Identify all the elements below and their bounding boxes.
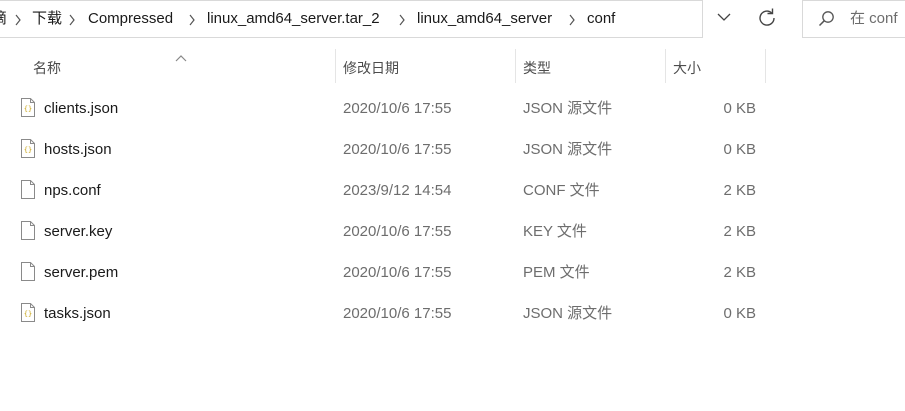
file-date: 2020/10/6 17:55 — [343, 223, 452, 240]
column-header-date[interactable]: 修改日期 — [343, 57, 399, 79]
file-type: JSON 源文件 — [523, 100, 613, 117]
breadcrumb-item-root[interactable]: 滴 — [0, 1, 7, 39]
file-name: nps.conf — [44, 182, 101, 199]
file-date: 2020/10/6 17:55 — [343, 264, 452, 281]
breadcrumb-separator-icon[interactable] — [566, 1, 578, 39]
file-type: CONF 文件 — [523, 182, 600, 199]
breadcrumb-item-server[interactable]: linux_amd64_server — [417, 1, 552, 39]
breadcrumb-separator-icon[interactable] — [186, 1, 198, 39]
file-size: 2 KB — [723, 182, 756, 199]
file-icon — [21, 221, 35, 244]
history-dropdown-chevron-icon[interactable] — [712, 7, 736, 29]
svg-text:{}: {} — [24, 105, 32, 113]
file-name: clients.json — [44, 100, 119, 117]
svg-text:{}: {} — [24, 310, 32, 318]
file-row-server-key[interactable]: server.key 2020/10/6 17:55 KEY 文件 2 KB — [0, 211, 905, 252]
file-icon — [21, 180, 35, 203]
file-type: KEY 文件 — [523, 223, 587, 240]
file-size: 2 KB — [723, 264, 756, 281]
file-type: JSON 源文件 — [523, 141, 613, 158]
file-row-server-pem[interactable]: server.pem 2020/10/6 17:55 PEM 文件 2 KB — [0, 252, 905, 293]
breadcrumb-separator-icon[interactable] — [66, 1, 78, 39]
file-date: 2020/10/6 17:55 — [343, 305, 452, 322]
json-file-icon: {} — [21, 303, 35, 326]
address-bar[interactable]: 滴 下载 Compressed linux_amd64_server.tar_2… — [0, 0, 703, 38]
file-date: 2020/10/6 17:55 — [343, 141, 452, 158]
file-row-tasks-json[interactable]: {} tasks.json 2020/10/6 17:55 JSON 源文件 0… — [0, 293, 905, 334]
search-icon — [818, 10, 836, 32]
refresh-icon[interactable] — [755, 6, 779, 30]
column-divider[interactable] — [515, 49, 516, 83]
file-name: server.pem — [44, 264, 119, 281]
file-name: hosts.json — [44, 141, 112, 158]
column-divider[interactable] — [335, 49, 336, 83]
search-input[interactable]: 在 conf — [850, 1, 898, 37]
search-box[interactable]: 在 conf — [802, 0, 905, 38]
column-divider[interactable] — [765, 49, 766, 83]
json-file-icon: {} — [21, 139, 35, 162]
breadcrumb-separator-icon[interactable] — [396, 1, 408, 39]
file-date: 2023/9/12 14:54 — [343, 182, 452, 199]
breadcrumb-item-tar[interactable]: linux_amd64_server.tar_2 — [207, 1, 380, 39]
column-divider[interactable] — [665, 49, 666, 83]
breadcrumb-item-conf[interactable]: conf — [587, 1, 615, 39]
file-row-clients-json[interactable]: {} clients.json 2020/10/6 17:55 JSON 源文件… — [0, 88, 905, 129]
file-size: 0 KB — [723, 305, 756, 322]
file-size: 2 KB — [723, 223, 756, 240]
column-header-type[interactable]: 类型 — [523, 57, 551, 79]
sort-ascending-icon — [175, 49, 187, 66]
breadcrumb-item-compressed[interactable]: Compressed — [88, 1, 173, 39]
file-row-hosts-json[interactable]: {} hosts.json 2020/10/6 17:55 JSON 源文件 0… — [0, 129, 905, 170]
json-file-icon: {} — [21, 98, 35, 121]
file-row-nps-conf[interactable]: nps.conf 2023/9/12 14:54 CONF 文件 2 KB — [0, 170, 905, 211]
column-header-size[interactable]: 大小 — [673, 57, 701, 79]
file-type: JSON 源文件 — [523, 305, 613, 322]
file-date: 2020/10/6 17:55 — [343, 100, 452, 117]
breadcrumb-item-downloads[interactable]: 下载 — [32, 1, 62, 39]
file-name: server.key — [44, 223, 113, 240]
file-type: PEM 文件 — [523, 264, 590, 281]
file-size: 0 KB — [723, 100, 756, 117]
file-size: 0 KB — [723, 141, 756, 158]
file-name: tasks.json — [44, 305, 111, 322]
svg-text:{}: {} — [24, 146, 32, 154]
column-header-name[interactable]: 名称 — [33, 57, 61, 79]
file-icon — [21, 262, 35, 285]
breadcrumb-separator-icon[interactable] — [12, 1, 24, 39]
